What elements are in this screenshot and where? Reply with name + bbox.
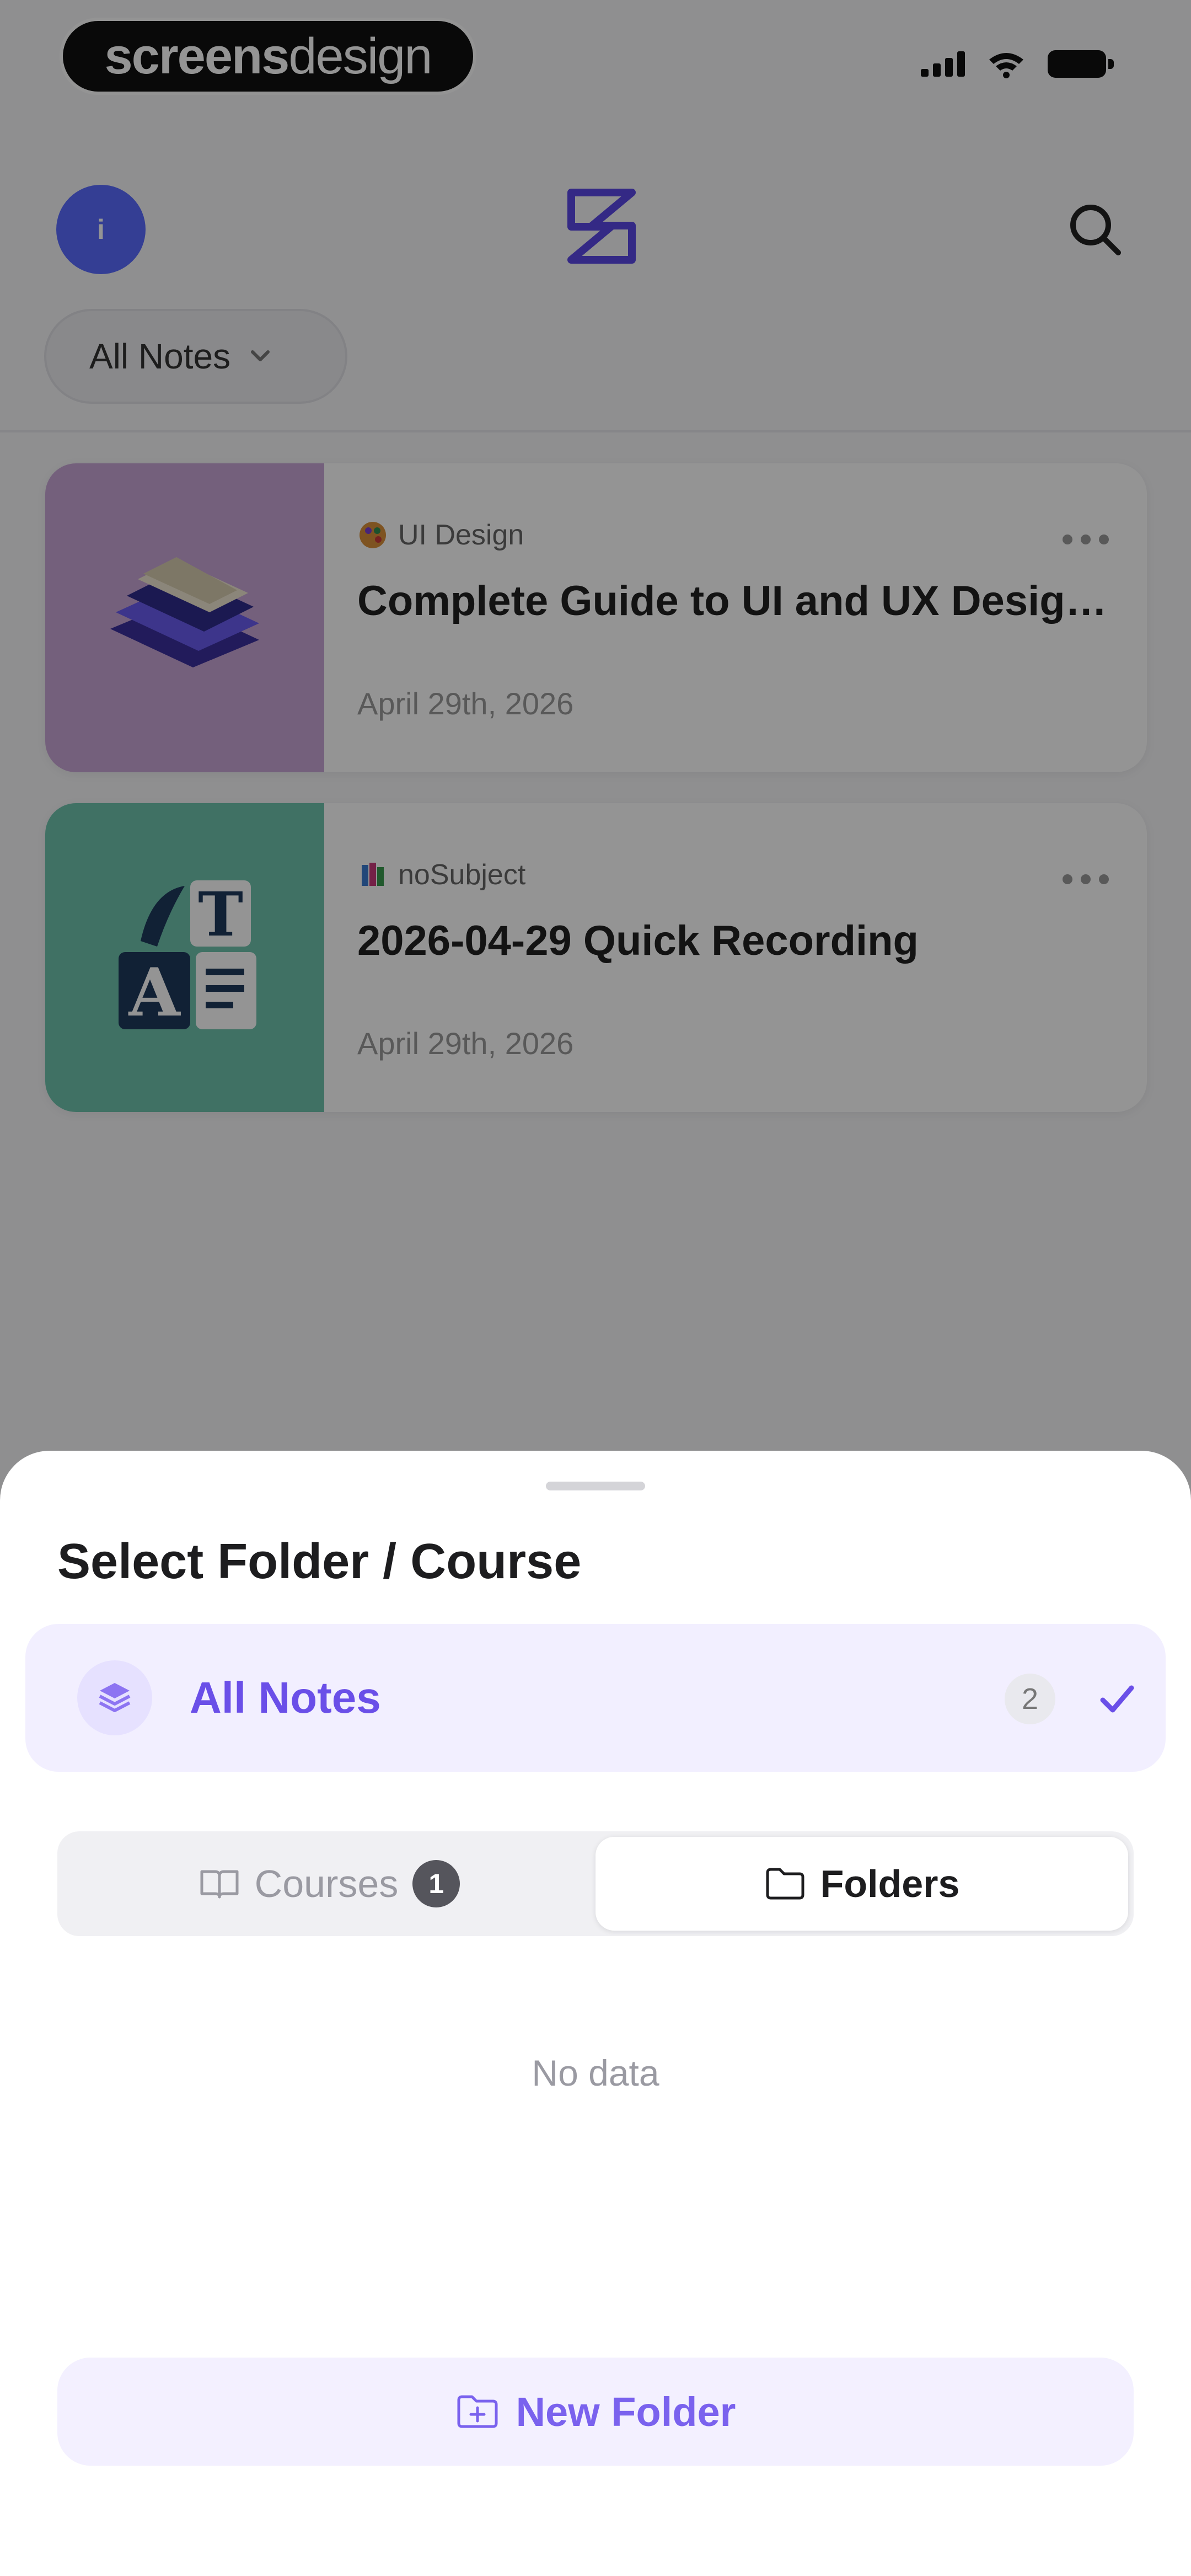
tab-courses-label: Courses	[254, 1862, 399, 1905]
all-notes-label: All Notes	[190, 1673, 381, 1722]
tab-folders[interactable]: Folders	[596, 1837, 1128, 1931]
checkmark-icon	[1100, 1685, 1134, 1713]
new-folder-button[interactable]: New Folder	[57, 2358, 1134, 2466]
sheet-grabber[interactable]	[546, 1482, 645, 1490]
select-folder-sheet: Select Folder / Course All Notes 2 Cours…	[0, 1451, 1191, 2576]
empty-state-text: No data	[532, 2053, 659, 2093]
row-icon	[77, 1660, 152, 1735]
new-folder-label: New Folder	[516, 2388, 736, 2435]
book-open-icon	[200, 1870, 239, 1899]
all-notes-option[interactable]: All Notes 2	[25, 1624, 1166, 1772]
stack-icon	[99, 1683, 131, 1712]
all-notes-count-badge: 2	[1005, 1674, 1055, 1724]
folder-add-icon	[457, 2395, 498, 2428]
tab-courses[interactable]: Courses 1	[63, 1837, 596, 1931]
courses-folders-segmented-control: Courses 1 Folders	[57, 1831, 1134, 1936]
courses-count-badge: 1	[412, 1860, 460, 1907]
tab-folders-label: Folders	[820, 1862, 960, 1905]
sheet-title: Select Folder / Course	[57, 1534, 582, 1589]
folder-icon	[766, 1868, 804, 1900]
